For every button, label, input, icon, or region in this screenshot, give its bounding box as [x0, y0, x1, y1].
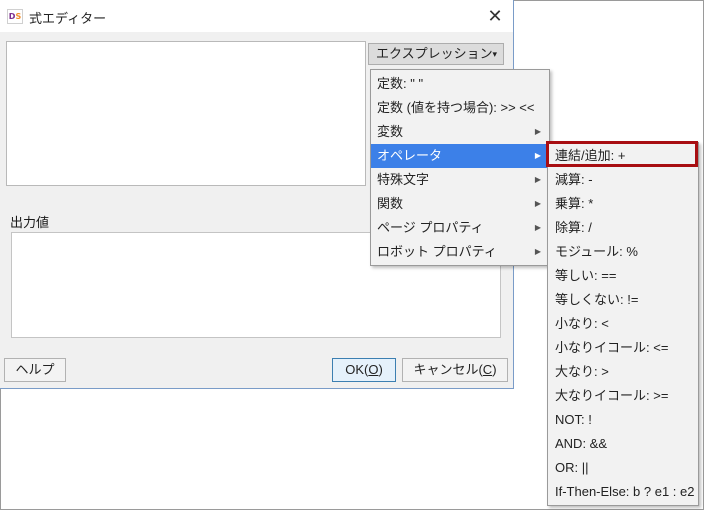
- menu-item-variable[interactable]: 変数 ▶: [371, 120, 547, 144]
- expression-menu: 定数: " " 定数 (値を持つ場合): >> << 変数 ▶ オペレータ ▶ 特殊…: [370, 69, 550, 266]
- ok-button-mnemonic: O: [368, 362, 379, 377]
- menu-item-label: 定数: " ": [377, 76, 424, 91]
- submenu-item-subtract[interactable]: 減算: -: [548, 168, 696, 192]
- submenu-item-equals[interactable]: 等しい: ==: [548, 264, 696, 288]
- highlight-annotation-box: [546, 141, 698, 167]
- expression-button-label: エクスプレッション: [376, 46, 493, 61]
- submenu-item-modulo[interactable]: モジュール: %: [548, 240, 696, 264]
- submenu-item-divide[interactable]: 除算: /: [548, 216, 696, 240]
- menu-item-constant-with-value[interactable]: 定数 (値を持つ場合): >> <<: [371, 96, 547, 120]
- submenu-item-less-than-or-equal[interactable]: 小なりイコール: <=: [548, 336, 696, 360]
- submenu-arrow-icon: ▶: [534, 151, 541, 160]
- submenu-arrow-icon: ▶: [534, 175, 541, 184]
- menu-item-operator[interactable]: オペレータ ▶: [371, 144, 547, 168]
- menu-item-special-characters[interactable]: 特殊文字 ▶: [371, 168, 547, 192]
- submenu-arrow-icon: ▶: [534, 127, 541, 136]
- expression-input[interactable]: [6, 41, 366, 186]
- menu-item-label: オペレータ: [377, 148, 443, 163]
- app-icon-letter-s: S: [15, 12, 22, 21]
- submenu-arrow-icon: ▶: [534, 223, 541, 232]
- submenu-item-if-then-else[interactable]: If-Then-Else: b ? e1 : e2: [548, 480, 696, 504]
- cancel-button-mnemonic: C: [482, 362, 493, 377]
- help-button[interactable]: ヘルプ: [4, 358, 66, 382]
- expression-dropdown-button[interactable]: エクスプレッション ▾: [368, 43, 504, 65]
- menu-item-label: 変数: [377, 124, 404, 139]
- menu-item-label: 特殊文字: [377, 172, 430, 187]
- submenu-item-less-than[interactable]: 小なり: <: [548, 312, 696, 336]
- cancel-button-prefix: キャンセル(: [413, 362, 483, 377]
- chevron-down-icon: ▾: [492, 49, 497, 59]
- title-bar: DS 式エディター ✕: [0, 0, 513, 32]
- submenu-item-multiply[interactable]: 乗算: *: [548, 192, 696, 216]
- window-title: 式エディター: [29, 11, 107, 26]
- menu-item-label: 定数 (値を持つ場合): >> <<: [377, 100, 535, 115]
- menu-item-label: 関数: [377, 196, 404, 211]
- submenu-item-greater-than-or-equal[interactable]: 大なりイコール: >=: [548, 384, 696, 408]
- menu-item-page-properties[interactable]: ページ プロパティ ▶: [371, 216, 547, 240]
- close-icon[interactable]: ✕: [482, 3, 508, 29]
- ok-button-prefix: OK(: [345, 362, 369, 377]
- submenu-item-greater-than[interactable]: 大なり: >: [548, 360, 696, 384]
- menu-item-functions[interactable]: 関数 ▶: [371, 192, 547, 216]
- ok-button[interactable]: OK(O): [332, 358, 396, 382]
- output-label: 出力値: [10, 215, 50, 230]
- submenu-arrow-icon: ▶: [534, 247, 541, 256]
- submenu-item-not-equals[interactable]: 等しくない: !=: [548, 288, 696, 312]
- submenu-item-or[interactable]: OR: ||: [548, 456, 696, 480]
- cancel-button-suffix: ): [492, 362, 497, 377]
- cancel-button[interactable]: キャンセル(C): [402, 358, 508, 382]
- menu-item-label: ロボット プロパティ: [377, 244, 497, 259]
- ok-button-suffix: ): [378, 362, 383, 377]
- menu-item-robot-properties[interactable]: ロボット プロパティ ▶: [371, 240, 547, 264]
- menu-item-label: ページ プロパティ: [377, 220, 484, 235]
- submenu-item-not[interactable]: NOT: !: [548, 408, 696, 432]
- operators-submenu: 連結/追加: + 減算: - 乗算: * 除算: / モジュール: % 等しい:…: [547, 142, 699, 506]
- submenu-arrow-icon: ▶: [534, 199, 541, 208]
- menu-item-constant[interactable]: 定数: " ": [371, 72, 547, 96]
- submenu-item-and[interactable]: AND: &&: [548, 432, 696, 456]
- app-icon: DS: [7, 9, 23, 24]
